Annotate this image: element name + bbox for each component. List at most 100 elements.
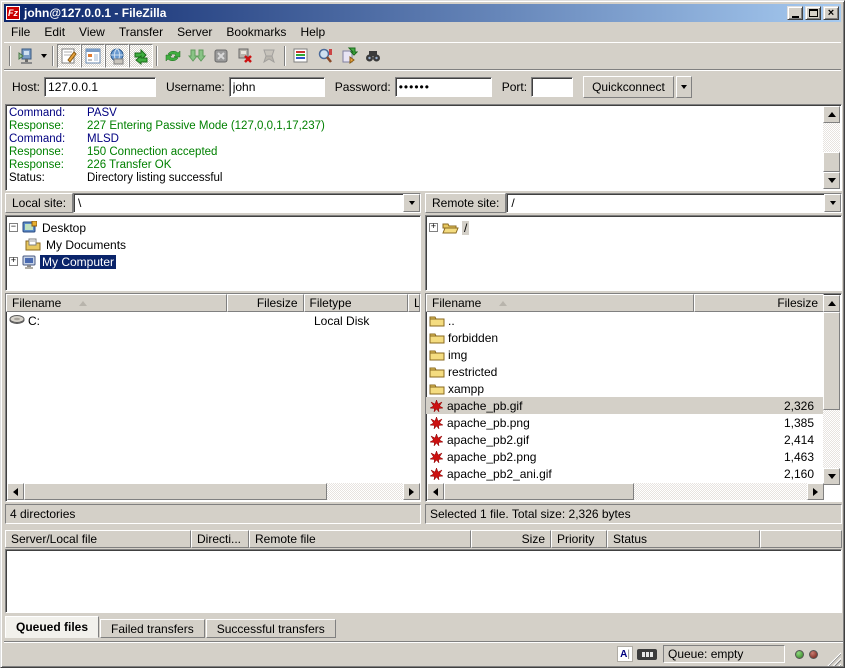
queue-list[interactable]: [5, 549, 842, 613]
column-header-lastmodified[interactable]: L: [408, 294, 420, 312]
menu-edit[interactable]: Edit: [37, 23, 72, 41]
toggle-local-tree-button[interactable]: [81, 44, 105, 68]
expand-icon[interactable]: +: [429, 223, 438, 232]
cancel-button[interactable]: [209, 44, 233, 68]
local-site-combo[interactable]: \: [73, 193, 421, 213]
column-header-priority[interactable]: Priority: [551, 530, 607, 548]
tab-successful-transfers[interactable]: Successful transfers: [206, 619, 336, 638]
remote-horizontal-scrollbar[interactable]: [427, 483, 824, 500]
remote-file-row[interactable]: ..: [426, 312, 824, 329]
remote-file-list[interactable]: Filename Filesize .. forbidden img restr…: [425, 293, 842, 502]
username-input[interactable]: [229, 77, 325, 97]
quickconnect-dropdown[interactable]: [676, 76, 692, 98]
find-files-button[interactable]: [313, 44, 337, 68]
scroll-down-button[interactable]: [823, 468, 840, 485]
process-queue-button[interactable]: [185, 44, 209, 68]
scroll-track[interactable]: [634, 483, 807, 500]
scroll-track[interactable]: [823, 123, 840, 152]
column-header-size[interactable]: Size: [471, 530, 551, 548]
column-header-status[interactable]: Status: [607, 530, 760, 548]
remote-file-row[interactable]: xampp: [426, 380, 824, 397]
menu-server[interactable]: Server: [170, 23, 219, 41]
local-site-dropdown[interactable]: [403, 194, 420, 212]
scroll-left-button[interactable]: [427, 483, 444, 500]
refresh-button[interactable]: [161, 44, 185, 68]
column-header-server-local-file[interactable]: Server/Local file: [5, 530, 191, 548]
transfer-type-ascii-icon[interactable]: A|: [617, 646, 633, 662]
remote-vertical-scrollbar[interactable]: [823, 295, 840, 485]
toggle-queue-button[interactable]: [129, 44, 153, 68]
tree-item-my-computer[interactable]: + My Computer: [9, 253, 420, 270]
column-header-direction[interactable]: Directi...: [191, 530, 249, 548]
tab-queued-files[interactable]: Queued files: [5, 616, 99, 638]
encryption-indicator-icon[interactable]: [637, 649, 657, 660]
host-input[interactable]: [44, 77, 156, 97]
site-manager-dropdown[interactable]: [38, 44, 49, 68]
menu-file[interactable]: File: [4, 23, 37, 41]
tree-item-root[interactable]: + /: [429, 219, 841, 236]
collapse-icon[interactable]: −: [9, 223, 18, 232]
column-header-filesize[interactable]: Filesize: [227, 294, 304, 312]
column-header-filename[interactable]: Filename: [6, 294, 227, 312]
column-header-filename[interactable]: Filename: [426, 294, 694, 312]
remote-site-combo[interactable]: /: [506, 193, 842, 213]
title-bar[interactable]: Fz john@127.0.0.1 - FileZilla ×: [4, 4, 841, 22]
column-header-filesize[interactable]: Filesize: [694, 294, 824, 312]
remote-tree[interactable]: + /: [425, 215, 842, 291]
toggle-remote-tree-button[interactable]: [105, 44, 129, 68]
tab-failed-transfers[interactable]: Failed transfers: [100, 619, 205, 638]
port-input[interactable]: [531, 77, 573, 97]
directory-comparison-button[interactable]: [337, 44, 361, 68]
log-scrollbar[interactable]: [823, 106, 840, 189]
remote-file-row[interactable]: img: [426, 346, 824, 363]
local-tree[interactable]: − Desktop My Documents + My Computer: [5, 215, 421, 291]
scroll-up-button[interactable]: [823, 295, 840, 312]
scroll-left-button[interactable]: [7, 483, 24, 500]
disconnect-icon: [236, 47, 254, 65]
remote-file-row[interactable]: apache_pb.png 1,385: [426, 414, 824, 431]
message-log[interactable]: Command:PASV Response:227 Entering Passi…: [5, 104, 842, 191]
local-horizontal-scrollbar[interactable]: [7, 483, 420, 500]
tree-item-my-documents[interactable]: My Documents: [9, 236, 420, 253]
local-file-row-c-drive[interactable]: C: Local Disk: [6, 312, 420, 329]
disconnect-button[interactable]: [233, 44, 257, 68]
remote-file-row[interactable]: apache_pb2.png 1,463: [426, 448, 824, 465]
synchronized-browsing-button[interactable]: [361, 44, 385, 68]
refresh-icon: [164, 47, 182, 65]
menu-help[interactable]: Help: [293, 23, 332, 41]
resize-grip[interactable]: [827, 652, 841, 666]
minimize-button[interactable]: [787, 6, 803, 20]
remote-file-row-selected[interactable]: apache_pb.gif 2,326: [426, 397, 824, 414]
expand-icon[interactable]: +: [9, 257, 18, 266]
menu-bookmarks[interactable]: Bookmarks: [219, 23, 293, 41]
remote-site-dropdown[interactable]: [824, 194, 841, 212]
tree-item-desktop[interactable]: − Desktop: [9, 219, 420, 236]
scroll-right-button[interactable]: [807, 483, 824, 500]
scroll-up-button[interactable]: [823, 106, 840, 123]
scroll-right-button[interactable]: [403, 483, 420, 500]
scroll-thumb[interactable]: [823, 152, 840, 172]
filter-button[interactable]: [289, 44, 313, 68]
remote-file-row[interactable]: restricted: [426, 363, 824, 380]
remote-file-row[interactable]: forbidden: [426, 329, 824, 346]
close-button[interactable]: ×: [823, 6, 839, 20]
remote-file-row[interactable]: apache_pb2.gif 2,414: [426, 431, 824, 448]
scroll-track[interactable]: [327, 483, 403, 500]
column-header-remote-file[interactable]: Remote file: [249, 530, 471, 548]
remote-file-row[interactable]: apache_pb2_ani.gif 2,160: [426, 465, 824, 482]
scroll-thumb[interactable]: [823, 312, 840, 410]
scroll-thumb[interactable]: [444, 483, 634, 500]
maximize-button[interactable]: [805, 6, 821, 20]
password-input[interactable]: [395, 77, 492, 97]
scroll-thumb[interactable]: [24, 483, 327, 500]
scroll-track[interactable]: [823, 410, 840, 468]
quickconnect-button[interactable]: Quickconnect: [583, 76, 674, 98]
reconnect-button[interactable]: [257, 44, 281, 68]
menu-transfer[interactable]: Transfer: [112, 23, 170, 41]
site-manager-button[interactable]: [14, 44, 38, 68]
scroll-down-button[interactable]: [823, 172, 840, 189]
local-file-list[interactable]: Filename Filesize Filetype L C: Local Di…: [5, 293, 421, 502]
column-header-filetype[interactable]: Filetype: [304, 294, 408, 312]
toggle-log-button[interactable]: [57, 44, 81, 68]
menu-view[interactable]: View: [72, 23, 112, 41]
